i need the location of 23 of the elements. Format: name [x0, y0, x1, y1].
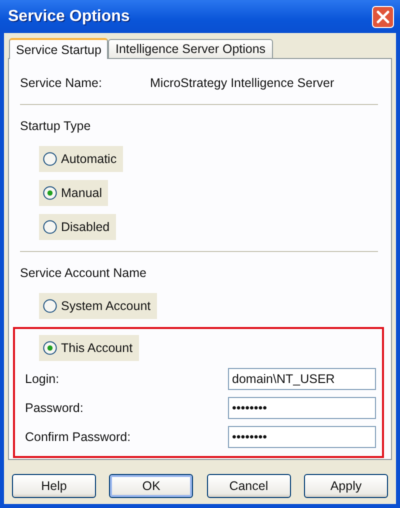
dialog-button[interactable]: Help: [12, 474, 96, 498]
radio-option[interactable]: System Account: [39, 293, 157, 319]
dialog-button[interactable]: Apply: [304, 474, 388, 498]
dialog-button[interactable]: OK: [109, 474, 194, 498]
radio-option[interactable]: Automatic: [39, 146, 123, 172]
field-label: Login:: [25, 372, 60, 386]
field-label: Service Name:: [20, 76, 103, 90]
section-title: Service Account Name: [20, 266, 148, 282]
section-title: Startup Type: [20, 119, 92, 135]
radio-option[interactable]: Disabled: [39, 214, 116, 240]
service-name-value: MicroStrategy Intelligence Server: [150, 76, 334, 90]
field-label: Password:: [25, 401, 84, 415]
close-icon[interactable]: [372, 6, 394, 28]
tab[interactable]: Intelligence Server Options: [108, 39, 273, 58]
window-title: Service Options: [8, 8, 130, 26]
radio-option[interactable]: Manual: [39, 180, 108, 206]
radio-option[interactable]: This Account: [39, 335, 139, 361]
field-label: Confirm Password:: [25, 430, 131, 444]
input-field[interactable]: domain\NT_USER: [228, 368, 376, 390]
tab[interactable]: Service Startup: [9, 38, 108, 59]
input-field[interactable]: ••••••••: [228, 397, 376, 419]
input-field[interactable]: ••••••••: [228, 426, 376, 448]
dialog-button[interactable]: Cancel: [206, 474, 291, 498]
